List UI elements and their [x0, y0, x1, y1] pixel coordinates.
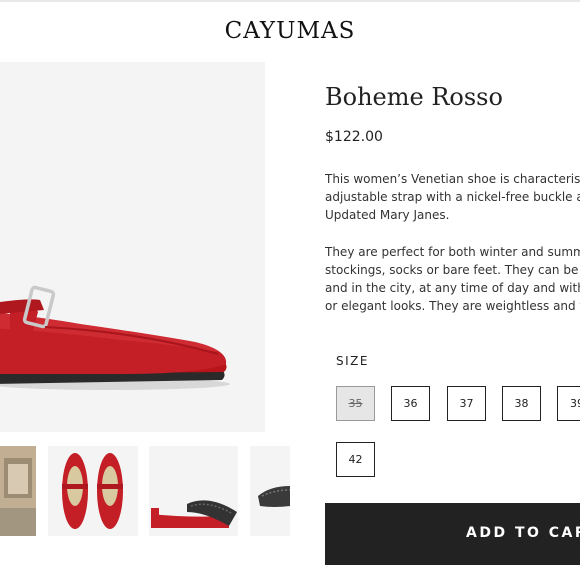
- thumbnail-strip: [0, 446, 290, 536]
- product-title: Boheme Rosso: [325, 83, 503, 111]
- size-option-label: 36: [403, 397, 418, 410]
- description-line: or elegant looks. They are weightless an…: [325, 299, 580, 313]
- red-velvet-shoe-image: [0, 285, 230, 390]
- size-label: SIZE: [336, 354, 369, 368]
- size-option-label: 39: [570, 397, 580, 410]
- thumbnail-side-sole[interactable]: [149, 446, 238, 536]
- product-description-2: They are perfect for both winter and sum…: [325, 243, 580, 315]
- size-option-label: 38: [514, 397, 529, 410]
- description-line: and in the city, at any time of day and …: [325, 281, 580, 295]
- add-to-cart-button[interactable]: ADD TO CART: [325, 503, 580, 565]
- size-option-label: 35: [348, 397, 363, 410]
- size-option-35[interactable]: 35: [336, 386, 375, 421]
- description-line: This women’s Venetian shoe is characteri…: [325, 172, 580, 186]
- description-line: stockings, socks or bare feet. They can …: [325, 263, 580, 277]
- size-option-label: 37: [459, 397, 474, 410]
- description-line: They are perfect for both winter and sum…: [325, 245, 580, 259]
- site-header: CAYUMAS: [0, 2, 580, 62]
- product-description-1: This women’s Venetian shoe is characteri…: [325, 170, 580, 224]
- size-option-label: 42: [348, 453, 363, 466]
- brand-logo[interactable]: CAYUMAS: [0, 18, 580, 44]
- thumbnail-top-view[interactable]: [48, 446, 138, 536]
- size-option-42[interactable]: 42: [336, 442, 375, 477]
- thumbnail-sole-detail[interactable]: [250, 446, 290, 536]
- product-main-image[interactable]: [0, 62, 265, 432]
- size-option-38[interactable]: 38: [502, 386, 541, 421]
- description-line: adjustable strap with a nickel-free buck…: [325, 190, 580, 204]
- size-option-37[interactable]: 37: [447, 386, 486, 421]
- description-line: Updated Mary Janes.: [325, 208, 450, 222]
- thumbnail-lifestyle[interactable]: [0, 446, 36, 536]
- size-option-36[interactable]: 36: [391, 386, 430, 421]
- size-option-39[interactable]: 39: [557, 386, 580, 421]
- add-to-cart-label: ADD TO CART: [466, 525, 580, 541]
- product-price: $122.00: [325, 129, 383, 145]
